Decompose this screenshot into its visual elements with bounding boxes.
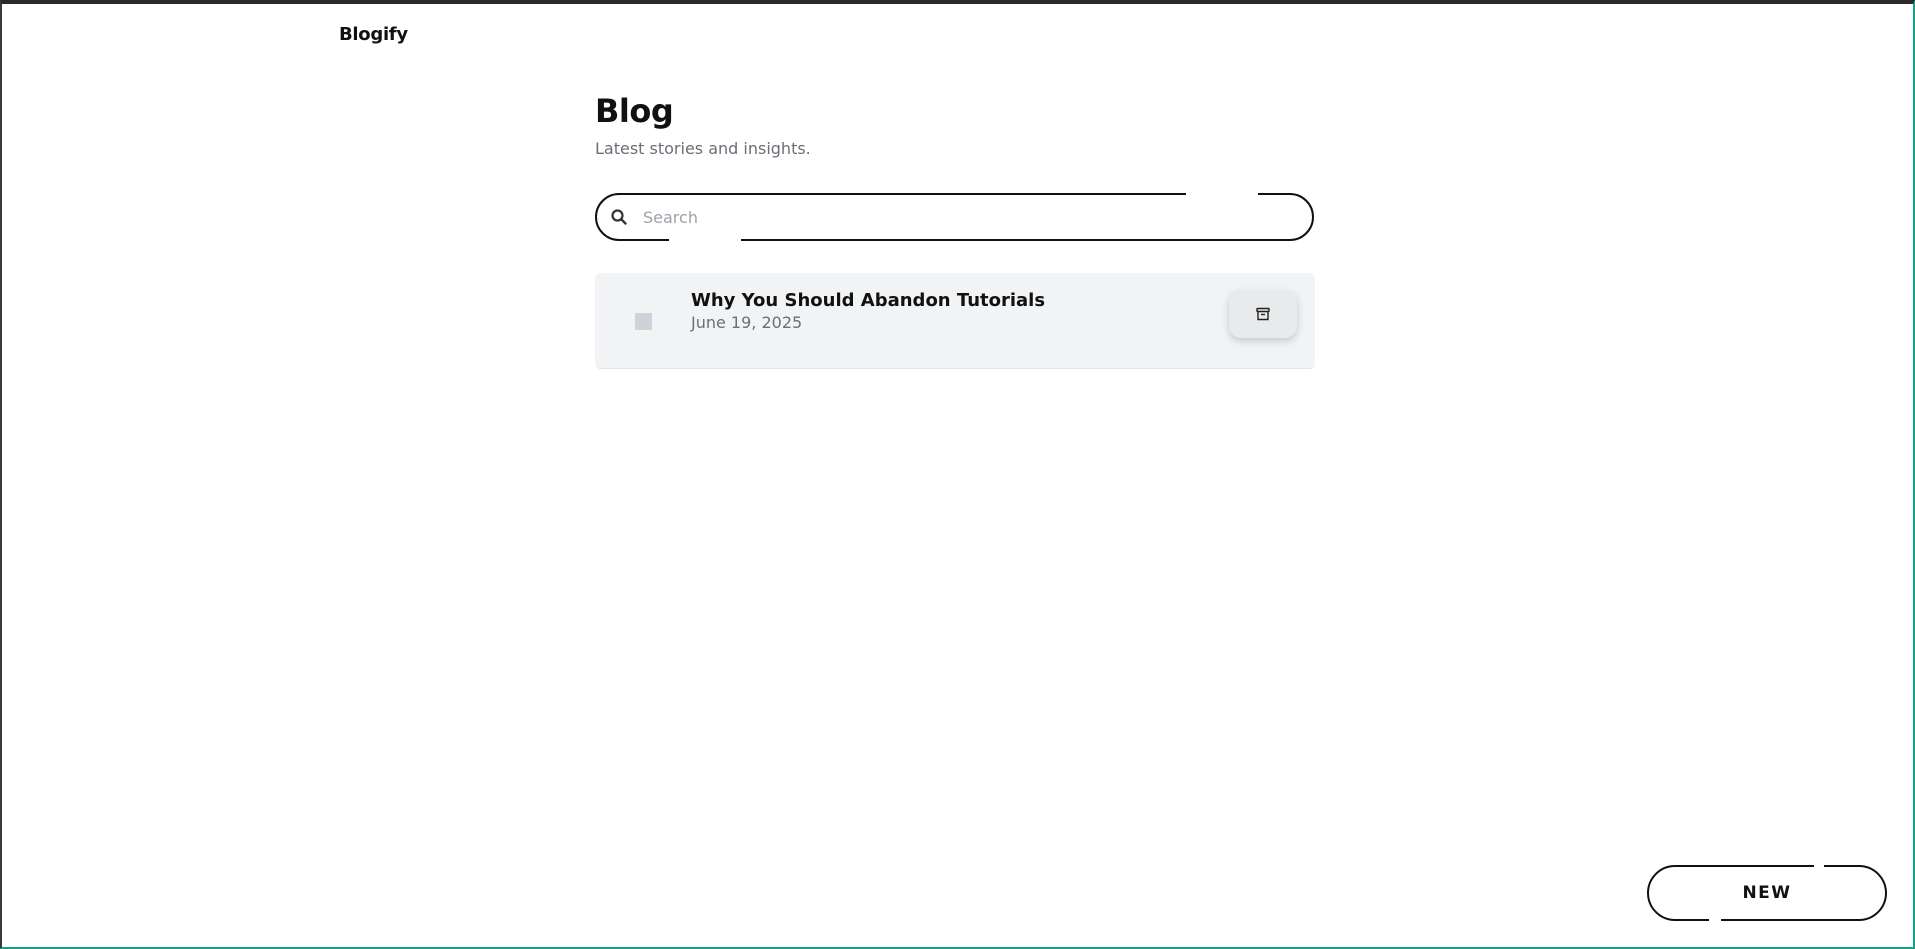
window-frame: [0, 0, 1915, 949]
archive-post-button[interactable]: [1229, 290, 1297, 338]
post-date: June 19, 2025: [691, 313, 803, 332]
search-input[interactable]: [641, 201, 1285, 233]
search-icon: [609, 207, 629, 227]
search-border-gap: [669, 239, 741, 241]
new-post-label: NEW: [1742, 883, 1792, 903]
search-bar: [595, 193, 1314, 241]
post-title[interactable]: Why You Should Abandon Tutorials: [691, 290, 1045, 311]
new-post-button[interactable]: NEW: [1647, 865, 1887, 921]
post-list-item[interactable]: Why You Should Abandon Tutorials June 19…: [595, 273, 1315, 369]
brand-logo[interactable]: Blogify: [339, 24, 408, 45]
page-subtitle: Latest stories and insights.: [595, 139, 811, 158]
button-border-gap: [1709, 919, 1721, 921]
search-border-gap: [1186, 193, 1258, 195]
button-border-gap: [1814, 865, 1824, 867]
post-thumbnail: [635, 313, 652, 330]
archive-icon: [1255, 306, 1271, 322]
page-title: Blog: [595, 92, 674, 130]
